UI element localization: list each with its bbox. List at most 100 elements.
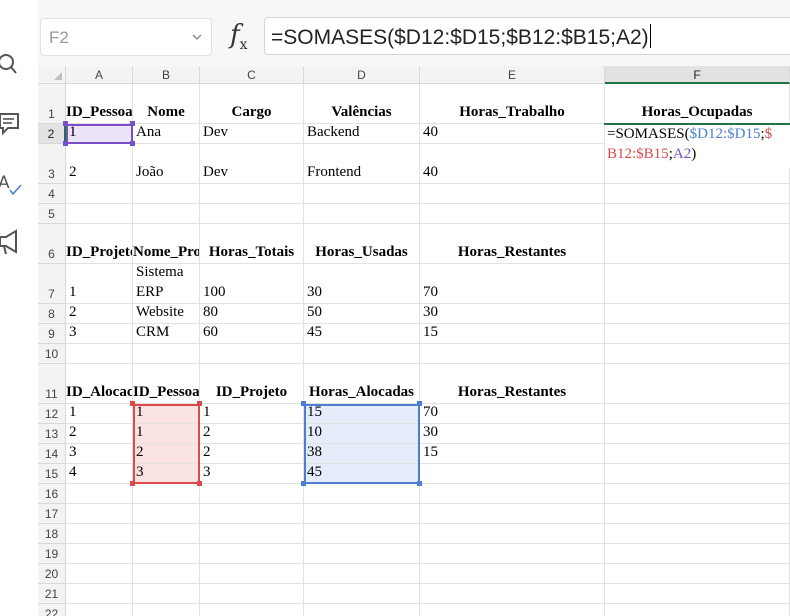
empty-cell[interactable] <box>200 204 304 224</box>
data-cell[interactable]: 40 <box>420 144 605 184</box>
empty-cell[interactable] <box>420 524 605 544</box>
formula-input[interactable]: =SOMASES($D12:$D15;$B12:$B15;A2) <box>264 17 790 55</box>
empty-cell[interactable] <box>66 524 133 544</box>
range-handle[interactable] <box>301 401 306 406</box>
header-cell[interactable]: ID_Pessoa <box>66 84 133 124</box>
row-header-3[interactable]: 3 <box>38 144 66 184</box>
data-cell[interactable]: Website <box>133 304 200 324</box>
empty-cell[interactable] <box>66 584 133 604</box>
data-cell[interactable]: 45 <box>304 324 420 344</box>
empty-cell[interactable] <box>304 184 420 204</box>
empty-cell[interactable] <box>304 604 420 616</box>
empty-cell[interactable] <box>605 524 790 544</box>
empty-cell[interactable] <box>420 544 605 564</box>
row-header-15[interactable]: 15 <box>38 464 66 484</box>
row-header-22[interactable]: 22 <box>38 604 66 616</box>
empty-cell[interactable] <box>605 544 790 564</box>
header-cell[interactable]: Horas_Ocupadas <box>605 84 790 124</box>
data-cell[interactable]: 1 <box>66 404 133 424</box>
data-cell[interactable] <box>420 464 605 484</box>
data-cell[interactable]: 15 <box>304 404 420 424</box>
empty-cell[interactable] <box>304 564 420 584</box>
empty-cell[interactable] <box>420 564 605 584</box>
empty-cell[interactable] <box>133 184 200 204</box>
spreadsheet-grid[interactable]: A B C D E F 1 2 3 4 5 6 7 8 9 10 11 12 13 14 15 16 17 18 19 20 21 2… <box>38 66 790 616</box>
empty-cell[interactable] <box>605 604 790 616</box>
data-cell[interactable]: 45 <box>304 464 420 484</box>
range-handle[interactable] <box>417 481 422 486</box>
empty-cell[interactable] <box>420 604 605 616</box>
empty-cell[interactable] <box>605 224 790 264</box>
row-header-18[interactable]: 18 <box>38 524 66 544</box>
empty-cell[interactable] <box>133 344 200 364</box>
range-handle[interactable] <box>197 401 202 406</box>
range-handle[interactable] <box>197 481 202 486</box>
search-icon[interactable] <box>0 48 22 76</box>
empty-cell[interactable] <box>133 604 200 616</box>
column-header-f[interactable]: F <box>605 66 790 84</box>
header-cell[interactable]: ID_Alocacao <box>66 364 133 404</box>
data-cell[interactable]: 3 <box>66 324 133 344</box>
header-cell[interactable]: Nome <box>133 84 200 124</box>
data-cell[interactable]: 30 <box>304 264 420 304</box>
data-cell[interactable]: 30 <box>420 304 605 324</box>
header-cell[interactable]: Horas_Restantes <box>420 364 605 404</box>
empty-cell[interactable] <box>66 544 133 564</box>
row-header-2[interactable]: 2 <box>38 124 66 144</box>
empty-cell[interactable] <box>605 404 790 424</box>
data-cell[interactable]: 80 <box>200 304 304 324</box>
header-cell[interactable]: Horas_Totais <box>200 224 304 264</box>
empty-cell[interactable] <box>133 204 200 224</box>
row-header-20[interactable]: 20 <box>38 564 66 584</box>
empty-cell[interactable] <box>605 444 790 464</box>
empty-cell[interactable] <box>420 204 605 224</box>
data-cell[interactable]: Dev <box>200 144 304 184</box>
data-cell[interactable]: 50 <box>304 304 420 324</box>
empty-cell[interactable] <box>605 204 790 224</box>
row-header-17[interactable]: 17 <box>38 504 66 524</box>
data-cell[interactable]: 38 <box>304 444 420 464</box>
empty-cell[interactable] <box>304 504 420 524</box>
empty-cell[interactable] <box>200 184 304 204</box>
empty-cell[interactable] <box>420 504 605 524</box>
empty-cell[interactable] <box>66 504 133 524</box>
empty-cell[interactable] <box>605 324 790 344</box>
empty-cell[interactable] <box>66 604 133 616</box>
empty-cell[interactable] <box>605 464 790 484</box>
empty-cell[interactable] <box>605 304 790 324</box>
data-cell[interactable]: 70 <box>420 404 605 424</box>
data-cell[interactable]: 2 <box>200 444 304 464</box>
data-cell[interactable]: 2 <box>66 304 133 324</box>
empty-cell[interactable] <box>200 604 304 616</box>
empty-cell[interactable] <box>66 484 133 504</box>
header-cell[interactable]: ID_Projeto <box>200 364 304 404</box>
data-cell[interactable]: 1 <box>133 404 200 424</box>
select-all-corner[interactable] <box>38 66 66 84</box>
header-cell[interactable]: Cargo <box>200 84 304 124</box>
column-header-a[interactable]: A <box>66 66 133 84</box>
empty-cell[interactable] <box>605 484 790 504</box>
row-header-4[interactable]: 4 <box>38 184 66 204</box>
spellcheck-icon[interactable]: A <box>0 168 22 196</box>
range-handle[interactable] <box>130 481 135 486</box>
data-cell[interactable]: 1 <box>133 424 200 444</box>
range-handle[interactable] <box>130 401 135 406</box>
data-cell[interactable]: 1 <box>66 264 133 304</box>
data-cell[interactable]: 3 <box>66 444 133 464</box>
empty-cell[interactable] <box>605 344 790 364</box>
row-header-14[interactable]: 14 <box>38 444 66 464</box>
data-cell[interactable]: 1 <box>66 124 133 144</box>
empty-cell[interactable] <box>133 584 200 604</box>
column-header-c[interactable]: C <box>200 66 304 84</box>
data-cell[interactable]: 60 <box>200 324 304 344</box>
empty-cell[interactable] <box>66 344 133 364</box>
data-cell[interactable]: CRM <box>133 324 200 344</box>
empty-cell[interactable] <box>200 484 304 504</box>
comment-icon[interactable] <box>0 108 22 136</box>
column-header-b[interactable]: B <box>133 66 200 84</box>
header-cell[interactable]: Horas_Restantes <box>420 224 605 264</box>
active-cell-f2-editor[interactable]: =SOMASES($D12:$D15;$ B12:$B15;A2) <box>605 124 790 168</box>
data-cell[interactable]: 3 <box>200 464 304 484</box>
data-cell[interactable]: 2 <box>200 424 304 444</box>
empty-cell[interactable] <box>200 584 304 604</box>
